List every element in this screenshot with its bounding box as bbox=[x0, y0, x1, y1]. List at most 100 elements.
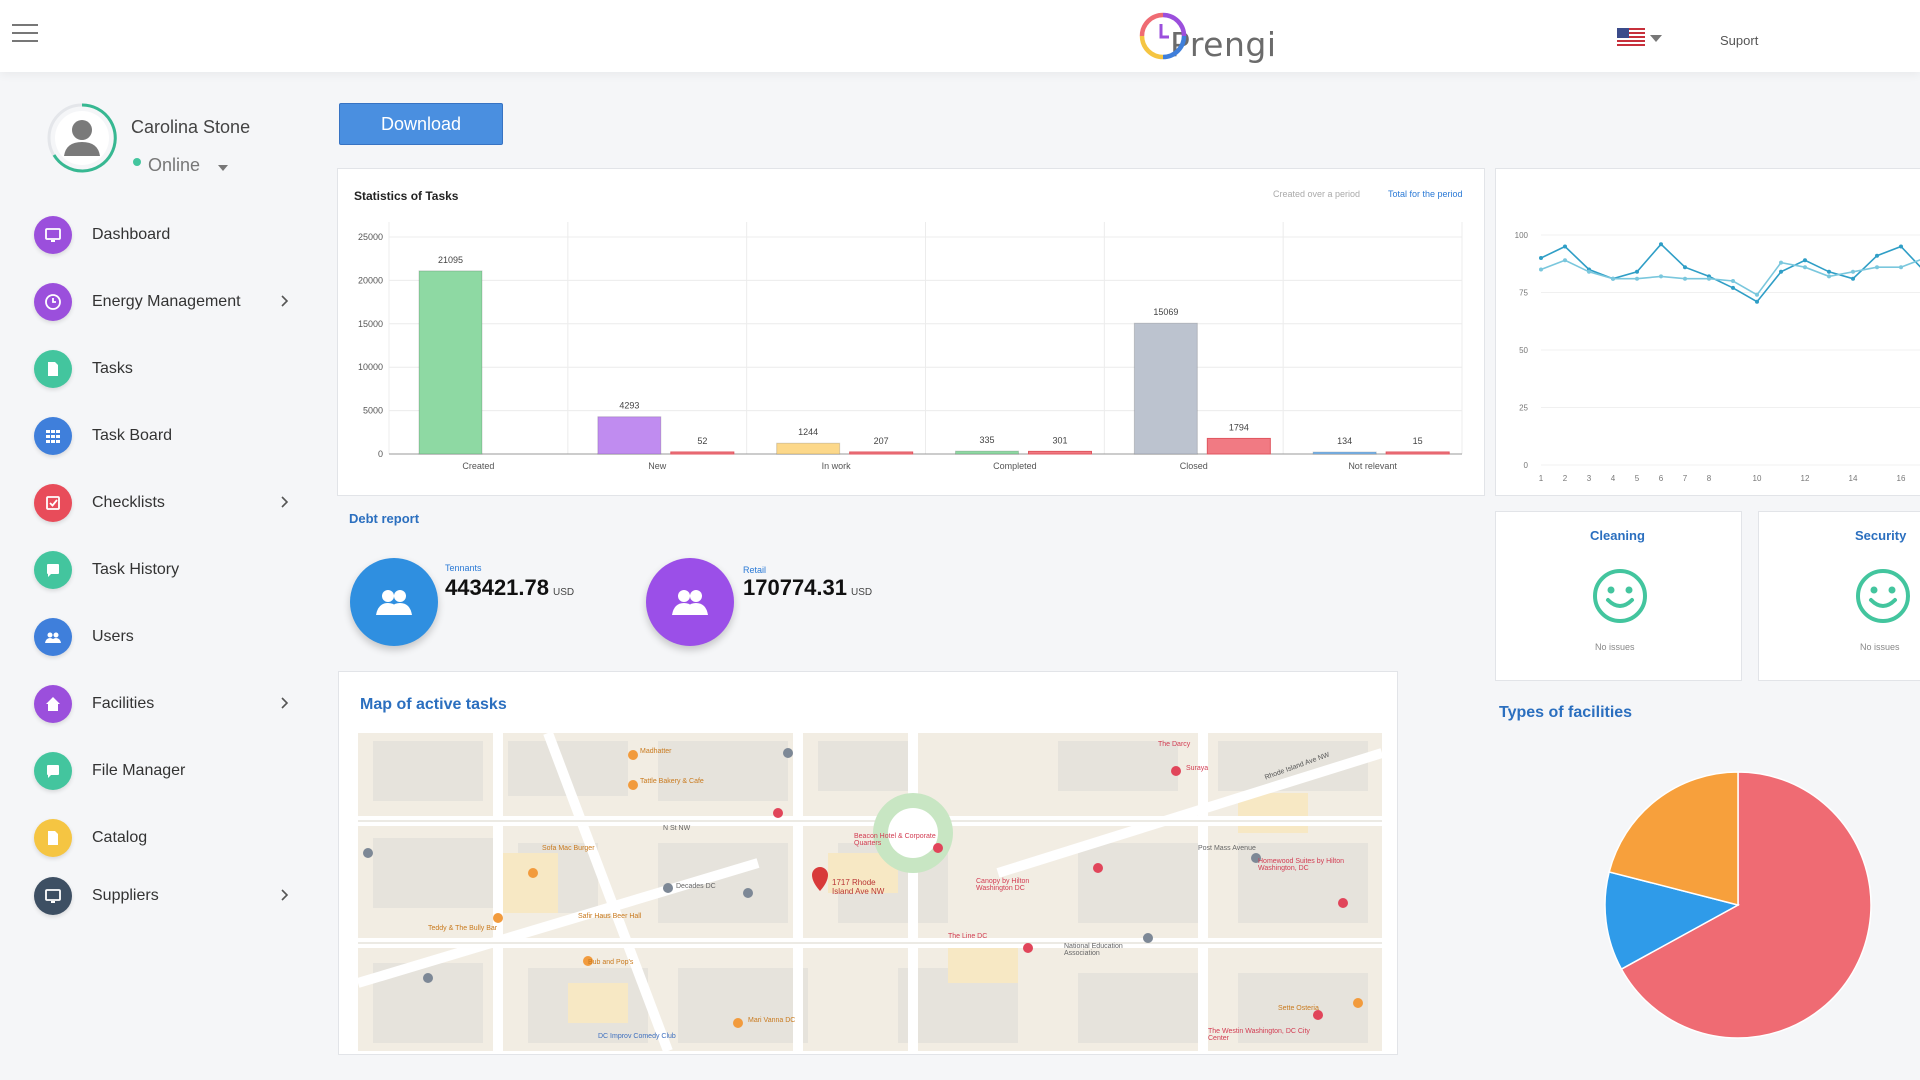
sidebar-item-task-history[interactable]: Task History bbox=[34, 549, 304, 591]
bar bbox=[1312, 451, 1377, 455]
profile-name: Carolina Stone bbox=[131, 117, 251, 137]
data-point bbox=[1731, 285, 1735, 290]
map-label: National Education Association bbox=[1064, 943, 1123, 957]
y-tick-label: 0 bbox=[1524, 461, 1529, 470]
download-button[interactable]: Download bbox=[339, 103, 503, 145]
security-status-text: No issues bbox=[1860, 642, 1900, 652]
data-point bbox=[1851, 276, 1855, 281]
x-tick-label: Created bbox=[462, 461, 494, 471]
x-tick-label: 5 bbox=[1635, 474, 1640, 483]
sidebar-item-suppliers[interactable]: Suppliers bbox=[34, 875, 304, 917]
data-label: 15069 bbox=[1153, 307, 1178, 317]
sidebar-item-facilities[interactable]: Facilities bbox=[34, 683, 304, 725]
bar bbox=[955, 450, 1019, 455]
y-tick-label: 100 bbox=[1515, 231, 1529, 240]
map-view[interactable]: 1717 Rhode Island Ave NW N St NW Madhatt… bbox=[358, 733, 1382, 1051]
map-label: Canopy by Hilton Washington DC bbox=[976, 878, 1030, 892]
data-point bbox=[1539, 256, 1543, 260]
sidebar-item-label: Task History bbox=[92, 561, 180, 578]
types-of-facilities-title: Types of facilities bbox=[1499, 704, 1633, 721]
security-status-card[interactable]: Security No issues bbox=[1758, 511, 1920, 681]
data-point bbox=[1875, 265, 1879, 270]
avatar[interactable] bbox=[44, 100, 120, 176]
chevron-right-icon[interactable] bbox=[278, 495, 292, 509]
map-label: Teddy & The Bully Bar bbox=[428, 925, 498, 932]
x-tick-label: Completed bbox=[993, 461, 1037, 471]
chevron-right-icon[interactable] bbox=[278, 696, 292, 710]
online-status-dot bbox=[133, 158, 141, 166]
data-point bbox=[1683, 265, 1687, 270]
sidebar-item-task-board[interactable]: Task Board bbox=[34, 415, 304, 457]
prengi-logo[interactable]: Prengi bbox=[1138, 6, 1277, 68]
series-line bbox=[1540, 243, 1920, 303]
x-tick-label: 16 bbox=[1897, 474, 1906, 483]
map-label: Beacon Hotel & Corporate Quarters bbox=[854, 833, 936, 847]
status-dropdown[interactable]: Online bbox=[148, 155, 200, 176]
cleaning-status-card[interactable]: Cleaning No issues bbox=[1495, 511, 1742, 681]
data-point bbox=[1611, 276, 1615, 281]
data-point bbox=[1779, 260, 1783, 265]
sidebar-item-label: Tasks bbox=[92, 360, 133, 377]
facility-types-pie-chart bbox=[1604, 771, 1872, 1039]
x-tick-label: 12 bbox=[1801, 474, 1810, 483]
map-label: Post Mass Avenue bbox=[1198, 845, 1256, 852]
retail-unit: USD bbox=[851, 587, 873, 598]
trend-line-chart: 02550751001 2 3 4 5 6 7 8 10 12 14 16 bbox=[1515, 231, 1920, 483]
sidebar-item-label: Checklists bbox=[92, 494, 165, 511]
map-label: 1717 Rhode Island Ave NW bbox=[832, 878, 885, 896]
chevron-right-icon[interactable] bbox=[278, 294, 292, 308]
x-tick-label: 2 bbox=[1563, 474, 1568, 483]
status-caret-icon[interactable] bbox=[218, 165, 228, 171]
support-link[interactable]: Suport bbox=[1720, 33, 1758, 48]
home-icon bbox=[34, 685, 72, 723]
sidebar-item-checklists[interactable]: Checklists bbox=[34, 482, 304, 524]
language-caret-icon[interactable] bbox=[1650, 35, 1662, 42]
data-point bbox=[1803, 265, 1807, 270]
tenants-amount: 443421.78 bbox=[445, 575, 549, 600]
bar bbox=[597, 416, 662, 455]
chevron-right-icon[interactable] bbox=[278, 888, 292, 902]
data-point bbox=[1827, 269, 1831, 274]
x-tick-label: 3 bbox=[1587, 474, 1592, 483]
bar bbox=[849, 451, 914, 455]
sidebar-item-label: Task Board bbox=[92, 427, 173, 444]
map-label: N St NW bbox=[663, 825, 691, 832]
map-label: Mari Vanna DC bbox=[748, 1017, 796, 1024]
retail-value: 170774.31 USD bbox=[743, 575, 872, 601]
sidebar-item-tasks[interactable]: Tasks bbox=[34, 348, 304, 390]
us-flag-icon[interactable] bbox=[1617, 28, 1645, 48]
sidebar-item-dashboard[interactable]: Dashboard bbox=[34, 214, 304, 256]
chat-icon bbox=[34, 551, 72, 589]
data-point bbox=[1731, 279, 1735, 283]
debt-report-title[interactable]: Debt report bbox=[349, 511, 419, 526]
sidebar-item-file-manager[interactable]: File Manager bbox=[34, 750, 304, 792]
y-tick-label: 0 bbox=[378, 449, 383, 459]
map-label: The Line DC bbox=[948, 933, 988, 940]
data-label: 1794 bbox=[1229, 422, 1249, 432]
tenants-unit: USD bbox=[553, 587, 575, 598]
x-tick-label: Closed bbox=[1180, 461, 1208, 471]
data-label: 15 bbox=[1413, 436, 1423, 446]
y-tick-label: 10000 bbox=[358, 362, 383, 372]
map-label: The Westin Washington, DC City Center bbox=[1208, 1028, 1310, 1042]
y-tick-label: 15000 bbox=[358, 319, 383, 329]
data-point bbox=[1707, 276, 1711, 281]
x-tick-label: 8 bbox=[1707, 474, 1712, 483]
sidebar-item-users[interactable]: Users bbox=[34, 616, 304, 658]
sidebar-item-energy-management[interactable]: Energy Management bbox=[34, 281, 304, 323]
hamburger-menu-icon[interactable] bbox=[12, 24, 38, 44]
trend-chart-card: 0 25 50 75 100 1 2 3 4 5 6 7 8 10 12 14 16 bbox=[1495, 168, 1920, 496]
bar bbox=[1133, 322, 1198, 455]
data-label: 52 bbox=[697, 436, 707, 446]
cleaning-status-text: No issues bbox=[1595, 642, 1635, 652]
document-icon bbox=[34, 350, 72, 388]
data-label: 134 bbox=[1337, 436, 1352, 446]
sidebar-item-catalog[interactable]: Catalog bbox=[34, 817, 304, 859]
map-label: The Darcy bbox=[1158, 741, 1191, 748]
retail-icon bbox=[646, 558, 734, 646]
map-label: Safir Haus Beer Hall bbox=[578, 913, 642, 920]
map-label: Decades DC bbox=[676, 883, 716, 890]
data-point bbox=[1755, 299, 1759, 304]
y-tick-label: 25000 bbox=[358, 232, 383, 242]
y-tick-label: 25 bbox=[1519, 404, 1528, 413]
